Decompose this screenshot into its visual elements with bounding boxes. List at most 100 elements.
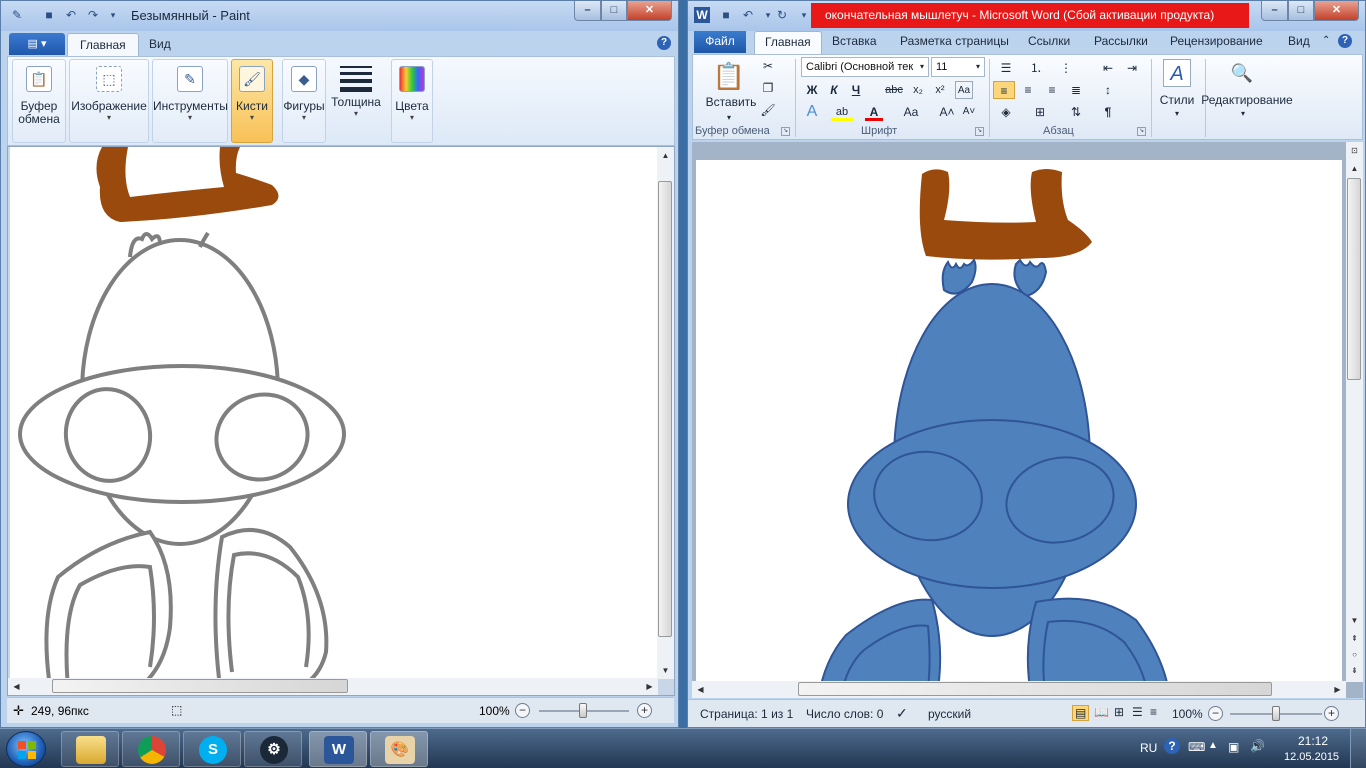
undo-icon[interactable]: ↶ <box>740 7 756 23</box>
scroll-thumb[interactable] <box>658 181 672 637</box>
binoculars-icon[interactable]: 🔍 <box>1229 59 1255 87</box>
shading-icon[interactable]: ◈ <box>995 103 1017 121</box>
sort-icon[interactable]: ⇅ <box>1065 103 1087 121</box>
chevron-down-icon[interactable]: ▾ <box>1237 105 1249 123</box>
strikethrough-icon[interactable]: abc <box>883 81 905 99</box>
grow-font-icon[interactable]: A˄ <box>939 103 955 121</box>
zoom-slider[interactable] <box>539 703 629 718</box>
tab-view[interactable]: Вид <box>1282 31 1316 55</box>
paste-icon[interactable]: 📋 <box>711 59 747 93</box>
tab-home[interactable]: Главная <box>754 31 822 55</box>
qat-dropdown-icon[interactable]: ▾ <box>105 7 121 23</box>
paint-file-menu-button[interactable]: ▤ ▾ <box>9 33 65 55</box>
brushes-group-button[interactable]: 🖌 Кисти ▾ <box>231 59 273 143</box>
align-right-icon[interactable]: ≡ <box>1041 81 1063 99</box>
taskbar-chrome[interactable] <box>122 731 180 767</box>
subscript-icon[interactable]: x₂ <box>909 81 927 99</box>
show-desktop-button[interactable] <box>1350 729 1366 768</box>
word-titlebar[interactable]: W ■ ↶ ▾ ↻ ▾ окончательная мышлетуч - Mic… <box>688 1 1365 31</box>
superscript-icon[interactable]: x² <box>931 81 949 99</box>
increase-indent-icon[interactable]: ⇥ <box>1121 59 1143 77</box>
select-browse-object-icon[interactable]: ○ <box>1346 646 1363 663</box>
scroll-right-arrow-icon[interactable]: ▶ <box>1329 681 1346 698</box>
show-hidden-icons-icon[interactable]: ▲ <box>1208 740 1218 751</box>
tab-references[interactable]: Ссылки <box>1022 31 1076 55</box>
scroll-left-arrow-icon[interactable]: ◀ <box>8 678 25 695</box>
font-name-input[interactable]: Calibri (Основной тек <box>801 57 929 77</box>
clear-formatting-icon[interactable]: Aa <box>955 81 973 99</box>
vertical-scrollbar[interactable]: ▲ ▼ <box>657 147 674 679</box>
chevron-down-icon[interactable]: ▾ <box>917 58 927 76</box>
bullets-icon[interactable]: ☰ <box>995 59 1017 77</box>
web-layout-icon[interactable]: ⊞ <box>1114 705 1124 719</box>
align-left-icon[interactable]: ≡ <box>993 81 1015 99</box>
keyboard-language[interactable]: RU <box>1140 741 1157 755</box>
clipboard-group-button[interactable]: 📋 Буфер обмена <box>12 59 66 143</box>
scroll-down-arrow-icon[interactable]: ▼ <box>1346 612 1363 629</box>
tab-file[interactable]: Файл <box>694 31 746 53</box>
input-tools-icon[interactable]: ⌨ <box>1188 740 1205 754</box>
numbering-icon[interactable]: ⒈ <box>1025 59 1047 77</box>
text-effects-icon[interactable]: A <box>803 103 821 121</box>
minimize-button[interactable]: – <box>1261 1 1288 21</box>
word-app-icon[interactable]: W <box>694 7 710 23</box>
zoom-percentage[interactable]: 100% <box>1172 707 1203 721</box>
taskbar-explorer[interactable] <box>61 731 119 767</box>
justify-icon[interactable]: ≣ <box>1065 81 1087 99</box>
taskbar-steam[interactable]: ⚙ <box>244 731 302 767</box>
align-center-icon[interactable]: ≡ <box>1017 81 1039 99</box>
help-icon[interactable]: ? <box>1338 34 1352 48</box>
minimize-button[interactable]: – <box>574 1 601 21</box>
paint-app-icon[interactable]: ✎ <box>9 7 25 23</box>
dialog-launcher-icon[interactable]: ↘ <box>1137 127 1146 136</box>
repeat-icon[interactable]: ↻ <box>774 7 790 23</box>
ribbon-collapse-icon[interactable]: ⌃ <box>1316 31 1336 55</box>
taskbar-paint[interactable]: 🎨 <box>370 731 428 767</box>
show-formatting-icon[interactable]: ¶ <box>1097 103 1119 121</box>
save-icon[interactable]: ■ <box>41 7 57 23</box>
scroll-thumb[interactable] <box>52 679 348 693</box>
zoom-slider[interactable] <box>1230 706 1322 721</box>
copy-icon[interactable]: ❐ <box>759 79 777 97</box>
multilevel-list-icon[interactable]: ⋮ <box>1055 59 1077 77</box>
outline-icon[interactable]: ☰ <box>1132 705 1143 719</box>
scroll-up-arrow-icon[interactable]: ▲ <box>1346 160 1363 177</box>
zoom-in-button[interactable]: + <box>1324 706 1339 721</box>
vertical-scrollbar[interactable]: ⊡ ▲ ▼ ⇞ ○ ⇟ <box>1346 142 1363 682</box>
styles-icon[interactable]: A <box>1163 59 1191 87</box>
maximize-button[interactable]: □ <box>1288 1 1314 21</box>
next-page-icon[interactable]: ⇟ <box>1346 662 1363 679</box>
undo-icon[interactable]: ↶ <box>63 7 79 23</box>
scroll-thumb[interactable] <box>798 682 1272 696</box>
tab-insert[interactable]: Вставка <box>826 31 883 55</box>
underline-icon[interactable]: Ч <box>847 81 865 99</box>
cut-icon[interactable]: ✂ <box>759 57 777 75</box>
borders-icon[interactable]: ⊞ <box>1029 103 1051 121</box>
network-icon[interactable]: ▣ <box>1228 740 1239 754</box>
chevron-down-icon[interactable]: ▾ <box>1171 105 1183 123</box>
qat-dropdown-icon[interactable]: ▾ <box>796 7 812 23</box>
zoom-out-button[interactable]: − <box>1208 706 1223 721</box>
ruler-toggle-icon[interactable]: ⊡ <box>1346 142 1363 159</box>
thickness-button[interactable]: Толщина ▾ <box>329 59 383 143</box>
zoom-slider-knob[interactable] <box>1272 706 1280 721</box>
scroll-left-arrow-icon[interactable]: ◀ <box>692 681 709 698</box>
close-button[interactable]: ✕ <box>1314 1 1359 21</box>
previous-page-icon[interactable]: ⇞ <box>1346 630 1363 647</box>
print-layout-icon[interactable]: ▤ <box>1072 705 1090 721</box>
change-case-icon[interactable]: Aa <box>899 103 923 121</box>
redo-icon[interactable]: ↷ <box>85 7 101 23</box>
volume-icon[interactable]: 🔊 <box>1250 739 1265 753</box>
tools-group-button[interactable]: ✎ Инструменты ▾ <box>152 59 228 143</box>
zoom-out-button[interactable]: − <box>515 703 530 718</box>
taskbar-word[interactable]: W <box>309 731 367 767</box>
tab-view[interactable]: Вид <box>137 33 183 56</box>
language-text[interactable]: русский <box>928 707 971 721</box>
shapes-group-button[interactable]: ◆ Фигуры ▾ <box>282 59 326 143</box>
format-painter-icon[interactable]: 🖌 <box>759 101 777 119</box>
clock-date[interactable]: 12.05.2015 <box>1284 751 1339 763</box>
paint-canvas[interactable] <box>10 147 658 679</box>
paint-titlebar[interactable]: ✎ ■ ↶ ↷ ▾ Безымянный - Paint – □ ✕ <box>1 1 678 31</box>
draft-icon[interactable]: ≡ <box>1150 705 1157 719</box>
zoom-in-button[interactable]: + <box>637 703 652 718</box>
